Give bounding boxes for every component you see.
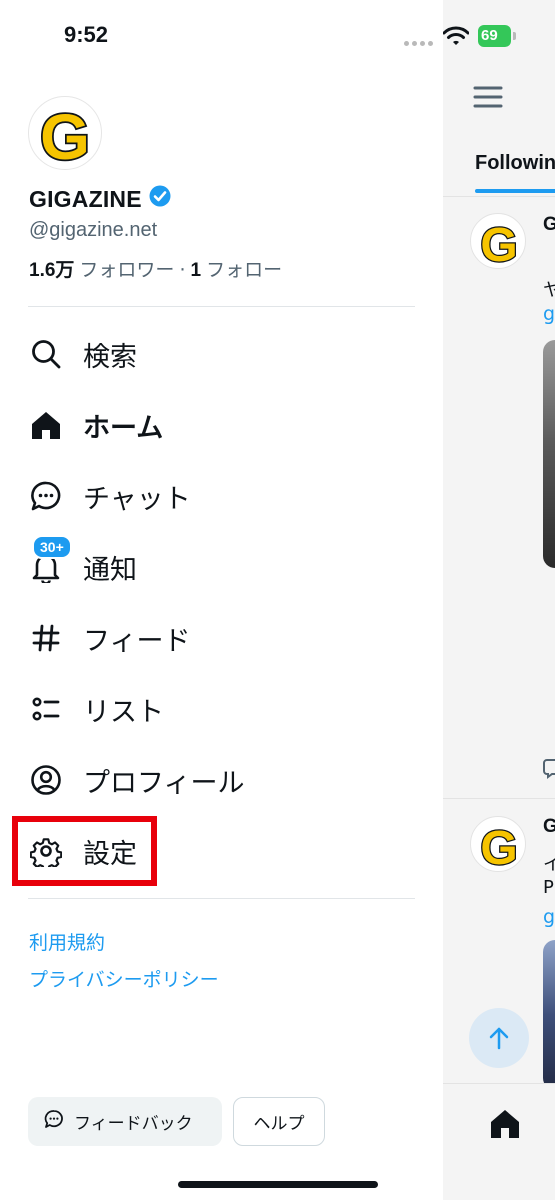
post-author[interactable]: G (543, 816, 555, 838)
profile-handle: @gigazine.net (29, 219, 158, 241)
divider (28, 898, 415, 899)
privacy-policy-link[interactable]: プライバシーポリシー (29, 965, 219, 992)
menu-label-notifications: 通知 (83, 554, 137, 586)
post-text: P (543, 877, 554, 898)
menu-label-lists: リスト (83, 696, 164, 728)
settings-highlight-box (12, 816, 157, 886)
hashtag-icon (28, 620, 64, 656)
profile-avatar[interactable]: G (28, 96, 102, 175)
search-icon (28, 336, 64, 372)
wifi-icon (442, 26, 470, 50)
menu-label-feeds: フィード (83, 625, 191, 657)
user-circle-icon (28, 762, 64, 798)
menu-icon[interactable] (473, 86, 503, 112)
menu-item-chat[interactable]: チャット (28, 468, 408, 524)
menu-label-home: ホーム (83, 412, 164, 444)
svg-text:G: G (40, 101, 90, 169)
reply-icon[interactable] (543, 757, 555, 783)
menu-item-lists[interactable]: リスト (28, 681, 408, 737)
divider (443, 196, 555, 197)
post-avatar[interactable]: G (470, 816, 526, 876)
followers-count[interactable]: 1.6万 (29, 255, 74, 282)
svg-text:G: G (480, 822, 517, 873)
post-link[interactable]: g (543, 906, 555, 928)
following-label[interactable]: フォロー (206, 255, 282, 282)
tab-following[interactable]: Following (475, 152, 555, 175)
status-time: 9:52 (64, 22, 109, 47)
post-avatar[interactable]: G (470, 213, 526, 273)
chat-bubble-icon (28, 478, 64, 514)
menu-label-search: 検索 (83, 341, 137, 373)
notification-count-badge: 30+ (32, 535, 72, 559)
verified-badge-icon (149, 185, 171, 213)
feedback-button[interactable]: フィードバック (28, 1097, 222, 1146)
side-drawer: 9:52 G GIGAZINE @gigazine.net 1.6万 フォロワー… (0, 0, 443, 1200)
post-image[interactable] (543, 940, 555, 1090)
post-text: イ (543, 854, 555, 875)
menu-item-search[interactable]: 検索 (28, 326, 408, 382)
menu-label-profile: プロフィール (83, 767, 245, 799)
menu-item-feeds[interactable]: フィード (28, 610, 408, 666)
display-name-text: GIGAZINE (29, 185, 142, 212)
feedback-label: フィードバック (74, 1114, 193, 1134)
post-author[interactable]: G (543, 214, 555, 236)
post-image[interactable] (543, 340, 555, 568)
home-indicator[interactable] (178, 1181, 378, 1188)
chat-bubble-icon (44, 1109, 64, 1134)
menu-label-chat: チャット (83, 483, 191, 515)
scroll-to-top-button[interactable] (469, 1008, 529, 1068)
terms-link[interactable]: 利用規約 (29, 928, 105, 955)
divider (443, 798, 555, 799)
tab-underline (475, 189, 555, 193)
separator-dot: · (179, 259, 186, 281)
post-text: ヤ (543, 280, 555, 301)
following-count[interactable]: 1 (190, 260, 201, 282)
post-link[interactable]: g (543, 303, 555, 325)
home-icon (28, 407, 64, 443)
divider (28, 306, 415, 307)
home-tab-icon[interactable] (488, 1107, 522, 1145)
menu-item-notifications[interactable]: 30+ 通知 (28, 535, 408, 595)
help-button[interactable]: ヘルプ (233, 1097, 325, 1146)
followers-label[interactable]: フォロワー (79, 255, 174, 282)
signal-dots-icon (404, 31, 436, 46)
list-icon (28, 691, 64, 727)
bell-icon: 30+ (28, 535, 72, 585)
timeline-panel: Following G G ヤ g G G イ P g (443, 0, 555, 1200)
svg-text:G: G (480, 219, 517, 270)
menu-item-home[interactable]: ホーム (28, 397, 408, 453)
menu-item-profile[interactable]: プロフィール (28, 752, 408, 808)
follow-counts: 1.6万 フォロワー · 1 フォロー (29, 255, 282, 282)
profile-name[interactable]: GIGAZINE (29, 185, 171, 213)
battery-icon: 69 (478, 25, 516, 47)
battery-level: 69 (478, 25, 511, 47)
